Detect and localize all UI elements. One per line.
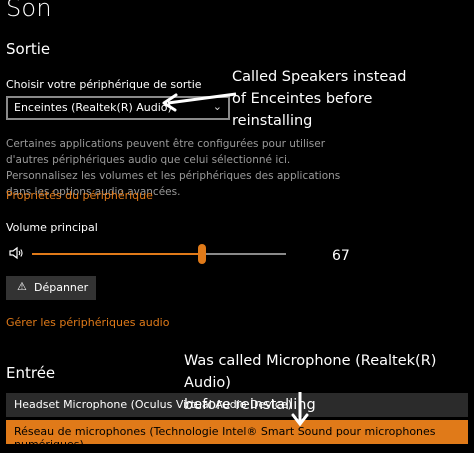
annotation-line: Called Speakers instead (232, 69, 407, 85)
input-device-label: Réseau de microphones (Technologie Intel… (14, 425, 436, 451)
troubleshoot-label: Dépanner (34, 281, 89, 294)
arrow-down-icon (291, 392, 309, 427)
speaker-icon[interactable] (8, 245, 24, 261)
output-heading: Sortie (6, 40, 51, 58)
manage-devices-link[interactable]: Gérer les périphériques audio (6, 316, 169, 329)
device-properties-link[interactable]: Propriétés du périphérique (6, 189, 153, 202)
volume-slider-thumb[interactable] (198, 244, 207, 264)
annotation-line: before reinstalling (184, 397, 316, 413)
input-heading: Entrée (6, 364, 56, 382)
arrow-left-icon (162, 92, 237, 112)
microphone-annotation: Was called Microphone (Realtek(R) Audio)… (184, 350, 474, 416)
annotation-line: of Enceintes before (232, 91, 373, 107)
output-device-value: Enceintes (Realtek(R) Audio) (14, 101, 172, 114)
speakers-annotation: Called Speakers instead of Enceintes bef… (232, 66, 406, 132)
input-device-item-selected[interactable]: Réseau de microphones (Technologie Intel… (6, 420, 468, 451)
volume-label: Volume principal (6, 221, 98, 234)
volume-slider-fill (32, 253, 203, 255)
annotation-line: Was called Microphone (Realtek(R) Audio) (184, 353, 437, 391)
annotation-line: reinstalling (232, 113, 313, 129)
page-title: Son (6, 0, 52, 22)
volume-value: 67 (332, 248, 350, 264)
troubleshoot-button[interactable]: ⚠ Dépanner (6, 276, 96, 300)
wrench-icon: ⚠ (17, 280, 27, 293)
